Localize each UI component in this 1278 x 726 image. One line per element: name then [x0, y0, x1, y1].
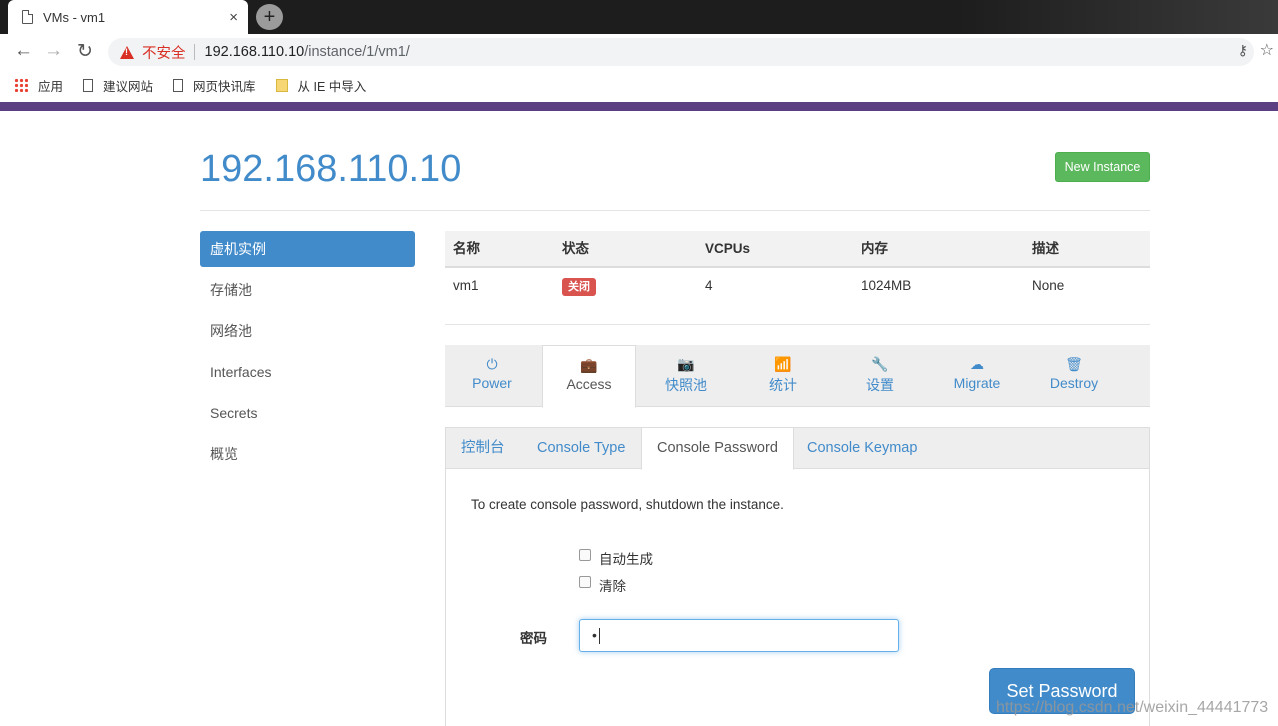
url-path: /instance/1/vm1/	[304, 44, 410, 60]
document-icon	[22, 10, 33, 24]
browser-tabstrip: VMs - vm1 × +	[0, 0, 1278, 34]
clear-option[interactable]: 清除	[579, 575, 626, 595]
table-row: vm1 关闭 4 1024MB None	[445, 268, 1150, 306]
column-header-status: 状态	[562, 241, 589, 256]
sidebar: 虚机实例 存储池 网络池 Interfaces Secrets 概览	[200, 231, 415, 477]
reload-icon[interactable]: ↻	[77, 40, 93, 63]
tab-settings[interactable]: 🔧 设置	[833, 345, 927, 407]
key-icon[interactable]: ⚷	[1238, 42, 1248, 59]
bookmark-label: 建议网站	[103, 79, 154, 94]
close-tab-icon[interactable]: ×	[229, 9, 238, 26]
page-title: 192.168.110.10	[200, 148, 462, 190]
tab-label: 统计	[769, 377, 797, 393]
tab-console-password[interactable]: Console Password	[641, 428, 794, 470]
bookmarks-bar: 应用 建议网站 网页快讯库 从 IE 中导入	[0, 70, 1278, 100]
divider	[200, 210, 1150, 211]
tab-console-type[interactable]: Console Type	[522, 428, 640, 469]
tab-label: 设置	[866, 377, 894, 393]
watermark: https://blog.csdn.net/weixin_44441773	[996, 699, 1269, 716]
trash-icon: 🗑	[1065, 356, 1083, 372]
sidebar-item-networks[interactable]: 网络池	[200, 313, 415, 354]
column-header-name: 名称	[453, 241, 480, 256]
power-icon: ⏻	[486, 356, 498, 372]
bookmark-import-ie[interactable]: 从 IE 中导入	[275, 76, 367, 95]
back-icon[interactable]: ←	[14, 40, 33, 62]
table-header: 名称 状态 VCPUs 内存 描述	[445, 231, 1150, 268]
tab-title: VMs - vm1	[43, 9, 106, 25]
bookmark-suggested-sites[interactable]: 建议网站	[83, 76, 153, 95]
tab-power[interactable]: ⏻ Power	[445, 345, 539, 407]
vm-vcpus: 4	[705, 278, 713, 293]
warning-icon	[120, 45, 134, 59]
new-instance-button[interactable]: New Instance	[1055, 152, 1150, 182]
tab-console-keymap[interactable]: Console Keymap	[792, 428, 932, 469]
tab-stats[interactable]: 📶 统计	[736, 345, 830, 407]
sidebar-item-overview[interactable]: 概览	[200, 436, 415, 477]
bookmark-label: 从 IE 中导入	[297, 79, 367, 94]
folder-icon	[275, 78, 288, 92]
tab-console[interactable]: 控制台	[446, 428, 520, 469]
bookmark-label: 网页快讯库	[193, 79, 256, 94]
status-badge: 关闭	[562, 278, 596, 296]
password-input[interactable]: •	[579, 619, 899, 652]
divider	[445, 324, 1150, 325]
forward-icon[interactable]: →	[44, 40, 63, 62]
wrench-icon: 🔧	[871, 356, 889, 372]
auto-generate-label: 自动生成	[599, 552, 653, 567]
sidebar-item-storage[interactable]: 存储池	[200, 272, 415, 313]
new-tab-button[interactable]: +	[256, 4, 283, 30]
page-icon	[173, 78, 184, 92]
address-separator	[193, 44, 195, 60]
page-icon	[83, 78, 94, 92]
url-host: 192.168.110.10	[204, 44, 305, 60]
site-header-bar	[0, 102, 1278, 111]
column-header-memory: 内存	[861, 241, 888, 256]
bookmark-label: 应用	[38, 79, 64, 94]
info-message: To create console password, shutdown the…	[471, 497, 784, 512]
text-caret	[598, 628, 600, 645]
cloud-upload-icon: ☁	[970, 356, 984, 372]
password-label: 密码	[520, 631, 547, 646]
action-tabs: ⏻ Power 💼 Access 📷 快照池 📶 统计 🔧 设置 ☁ Migra…	[445, 345, 1150, 408]
column-header-vcpus: VCPUs	[705, 241, 751, 256]
star-icon[interactable]: ☆	[1260, 40, 1274, 60]
tab-label: Migrate	[953, 375, 1001, 391]
column-header-description: 描述	[1032, 241, 1059, 256]
sidebar-item-secrets[interactable]: Secrets	[200, 395, 415, 436]
tab-label: Access	[566, 376, 612, 392]
auto-generate-checkbox[interactable]	[579, 549, 591, 561]
vm-description: None	[1032, 278, 1065, 293]
access-panel: 控制台 Console Type Console Password Consol…	[445, 427, 1150, 726]
access-subtabs: 控制台 Console Type Console Password Consol…	[446, 428, 1149, 470]
tab-destroy[interactable]: 🗑 Destroy	[1027, 345, 1121, 407]
tab-label: 快照池	[665, 377, 707, 393]
browser-tab[interactable]: VMs - vm1 ×	[8, 0, 248, 34]
address-bar[interactable]: 不安全 192.168.110.10 /instance/1/vm1/	[108, 38, 1254, 66]
briefcase-icon: 💼	[580, 357, 598, 373]
bookmark-apps[interactable]: 应用	[14, 76, 63, 95]
clear-label: 清除	[599, 579, 626, 594]
clear-checkbox[interactable]	[579, 576, 591, 588]
auto-generate-option[interactable]: 自动生成	[579, 548, 653, 568]
insecure-label[interactable]: 不安全	[142, 42, 186, 63]
sidebar-item-instances[interactable]: 虚机实例	[200, 231, 415, 267]
vm-name: vm1	[453, 278, 479, 293]
tab-snapshots[interactable]: 📷 快照池	[639, 345, 733, 407]
tab-migrate[interactable]: ☁ Migrate	[930, 345, 1024, 407]
apps-grid-icon	[14, 78, 28, 92]
sidebar-item-interfaces[interactable]: Interfaces	[200, 354, 415, 395]
password-value: •	[592, 627, 597, 643]
camera-icon: 📷	[677, 356, 695, 372]
browser-toolbar: ← → ↻ 不安全 192.168.110.10 /instance/1/vm1…	[0, 34, 1278, 70]
vm-table: 名称 状态 VCPUs 内存 描述 vm1 关闭 4 1024MB None	[445, 231, 1150, 306]
bookmark-web-slice[interactable]: 网页快讯库	[173, 76, 256, 95]
tab-access[interactable]: 💼 Access	[542, 345, 636, 408]
vm-memory: 1024MB	[861, 278, 912, 293]
tab-label: Destroy	[1049, 375, 1099, 391]
tab-label: Power	[472, 375, 512, 391]
signal-bars-icon: 📶	[774, 356, 792, 372]
